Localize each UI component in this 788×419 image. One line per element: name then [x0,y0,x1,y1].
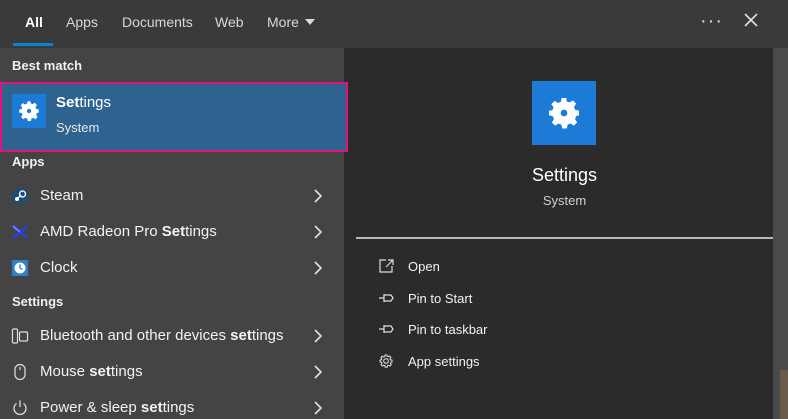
list-item-label: Bluetooth and other devices settings [40,327,284,344]
list-item-steam[interactable]: Steam [0,178,344,212]
list-item-label: Clock [40,259,78,276]
action-label: Open [408,259,440,274]
pin-icon [378,321,396,337]
amd-radeon-icon [11,223,29,241]
detail-title: Settings [531,165,598,185]
open-action[interactable]: Open [378,256,578,280]
gear-icon [378,353,396,369]
pin-to-taskbar-action[interactable]: Pin to taskbar [378,319,578,343]
list-item-bluetooth-settings[interactable]: Bluetooth and other devices settings [0,318,344,352]
chevron-right-icon[interactable] [313,329,323,348]
active-tab-indicator [13,43,53,46]
list-item-mouse-settings[interactable]: Mouse settings [0,354,344,388]
action-label: App settings [408,354,480,369]
list-item-amd-radeon[interactable]: AMD Radeon Pro Settings [0,214,344,248]
tab-web[interactable]: Web [215,14,244,30]
clock-icon [11,259,29,277]
gear-icon [532,81,596,145]
chevron-right-icon[interactable] [313,401,323,419]
mouse-icon [11,363,29,381]
chevron-right-icon[interactable] [313,261,323,280]
list-item-clock[interactable]: Clock [0,250,344,284]
search-tab-bar: All Apps Documents Web More ··· [0,0,788,48]
tab-more-label: More [267,14,299,30]
devices-icon [11,327,29,345]
chevron-right-icon[interactable] [313,365,323,384]
settings-heading: Settings [12,294,64,309]
pin-icon [378,290,396,306]
apps-heading: Apps [12,154,45,169]
steam-icon [11,187,29,205]
chevron-right-icon[interactable] [313,225,323,244]
best-match-subtitle: System [56,120,100,135]
background-edge-detail [780,370,788,419]
list-item-power-settings[interactable]: Power & sleep settings [0,390,344,419]
detail-subtitle: System [542,193,587,208]
action-label: Pin to taskbar [408,322,488,337]
best-match-title: Settings [56,94,112,111]
app-settings-action[interactable]: App settings [378,351,578,375]
list-item-label: Power & sleep settings [40,399,195,416]
tab-apps[interactable]: Apps [66,14,98,30]
action-label: Pin to Start [408,291,473,306]
chevron-right-icon[interactable] [313,189,323,208]
best-match-heading: Best match [12,58,83,73]
list-item-label: AMD Radeon Pro Settings [40,223,217,240]
tab-documents[interactable]: Documents [122,14,193,30]
best-match-item[interactable]: Settings System [0,82,348,152]
ellipsis-icon[interactable]: ··· [700,10,723,33]
close-icon[interactable] [741,10,761,30]
tab-more[interactable]: More [267,14,315,30]
list-item-label: Steam [40,187,84,204]
tab-all[interactable]: All [25,14,43,30]
pin-to-start-action[interactable]: Pin to Start [378,288,578,312]
list-item-label: Mouse settings [40,363,143,380]
power-icon [11,399,29,417]
divider [356,237,773,239]
background-edge [773,48,788,419]
open-icon [378,258,396,274]
gear-icon [12,94,46,128]
chevron-down-icon [304,19,315,25]
detail-panel: Settings System Open Pin to Start Pin to… [356,61,773,419]
